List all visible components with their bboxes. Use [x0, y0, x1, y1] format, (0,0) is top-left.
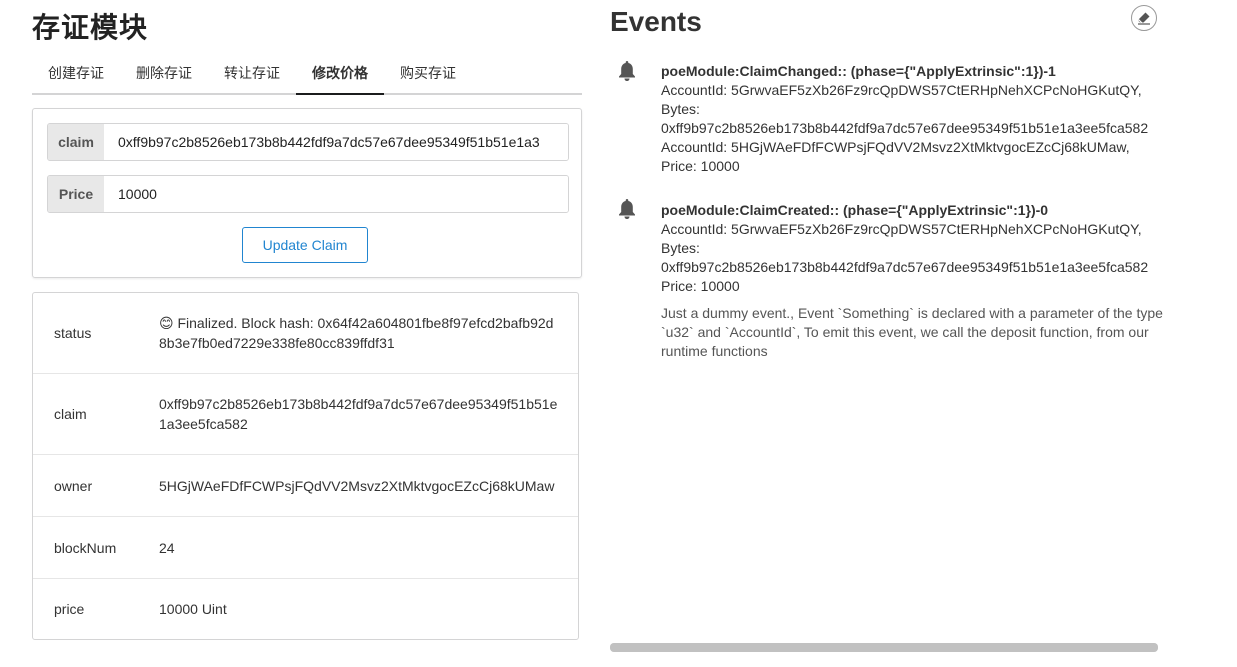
blocknum-key: blockNum	[54, 539, 117, 556]
event-line: 0xff9b97c2b8526eb173b8b442fdf9a7dc57e67d…	[661, 259, 1149, 275]
event-line: Price: 10000	[661, 158, 740, 174]
event-body: poeModule:ClaimChanged:: (phase={"ApplyE…	[661, 62, 1171, 176]
tab-create-claim[interactable]: 创建存证	[32, 54, 120, 93]
price-key: price	[54, 601, 85, 617]
status-value: 😊 Finalized. Block hash: 0x64f42a604801f…	[159, 315, 554, 351]
tab-buy-claim[interactable]: 购买存证	[384, 54, 472, 93]
horizontal-scrollbar[interactable]	[610, 643, 1158, 652]
price-value: 10000 Uint	[159, 601, 227, 617]
status-table: status 😊 Finalized. Block hash: 0x64f42a…	[32, 292, 579, 640]
events-title: Events	[610, 6, 702, 37]
blocknum-value: 24	[159, 539, 175, 556]
claim-key: claim	[54, 406, 87, 422]
event-description: Just a dummy event., Event `Something` i…	[661, 305, 1163, 359]
table-row-claim: claim 0xff9b97c2b8526eb173b8b442fdf9a7dc…	[33, 374, 578, 455]
event-line: AccountId: 5HGjWAeFDfFCWPsjFQdVV2Msvz2Xt…	[661, 139, 1130, 155]
status-key: status	[54, 325, 92, 341]
event-line: 0xff9b97c2b8526eb173b8b442fdf9a7dc57e67d…	[661, 120, 1149, 136]
tab-revoke-claim[interactable]: 删除存证	[120, 54, 208, 93]
event-line: Bytes:	[661, 240, 700, 256]
tab-change-price[interactable]: 修改价格	[296, 54, 384, 95]
scrollbar-thumb[interactable]	[610, 643, 1158, 652]
price-input-group: Price	[47, 175, 569, 213]
claim-value: 0xff9b97c2b8526eb173b8b442fdf9a7dc57e67d…	[159, 396, 558, 432]
clear-events-button[interactable]	[1131, 5, 1157, 31]
event-line: Bytes:	[661, 101, 700, 117]
event-body: poeModule:ClaimCreated:: (phase={"ApplyE…	[661, 201, 1171, 361]
table-row-price: price 10000 Uint	[33, 579, 578, 639]
table-row-blocknum: blockNum 24	[33, 517, 578, 579]
event-title: poeModule:ClaimChanged:: (phase={"ApplyE…	[661, 63, 1056, 79]
event-line: Price: 10000	[661, 278, 740, 294]
bell-icon	[619, 61, 635, 81]
owner-key: owner	[54, 477, 93, 494]
eraser-icon	[1138, 12, 1150, 25]
update-claim-button[interactable]: Update Claim	[242, 227, 368, 263]
price-input-label: Price	[48, 176, 104, 212]
event-title: poeModule:ClaimCreated:: (phase={"ApplyE…	[661, 202, 1049, 218]
event-line: AccountId: 5GrwvaEF5zXb26Fz9rcQpDWS57CtE…	[661, 221, 1142, 237]
module-title: 存证模块	[32, 12, 149, 43]
tab-bar: 创建存证 删除存证 转让存证 修改价格 购买存证	[32, 54, 582, 95]
claim-input[interactable]	[104, 124, 568, 160]
event-line: AccountId: 5GrwvaEF5zXb26Fz9rcQpDWS57CtE…	[661, 82, 1142, 98]
table-row-owner: owner 5HGjWAeFDfFCWPsjFQdVV2Msvz2XtMktvg…	[33, 455, 578, 517]
tab-transfer-claim[interactable]: 转让存证	[208, 54, 296, 93]
price-input[interactable]	[104, 176, 568, 212]
claim-input-label: claim	[48, 124, 104, 160]
bell-icon	[619, 199, 635, 219]
table-row-status: status 😊 Finalized. Block hash: 0x64f42a…	[33, 293, 578, 374]
claim-input-group: claim	[47, 123, 569, 161]
update-claim-form: claim Price Update Claim	[32, 108, 582, 278]
owner-value: 5HGjWAeFDfFCWPsjFQdVV2Msvz2XtMktvgocEZcC…	[159, 477, 555, 494]
